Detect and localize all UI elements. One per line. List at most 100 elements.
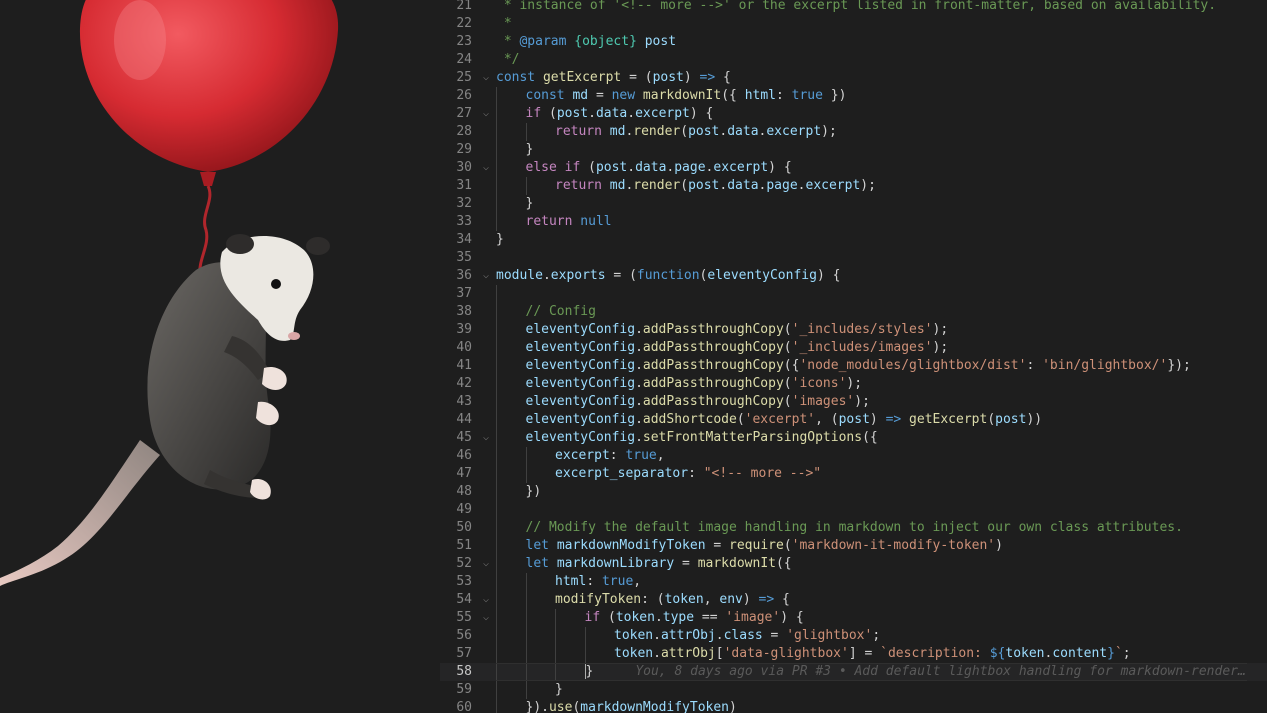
line-code: token.attrObj['data-glightbox'] = `descr… [614, 645, 1131, 663]
line-code: eleventyConfig.addShortcode('excerpt', (… [526, 411, 1043, 429]
fold-chevron-icon[interactable]: ⌵ [480, 609, 492, 627]
code-line[interactable]: 33 return null [440, 213, 1267, 231]
code-token: use [548, 700, 573, 713]
fold-chevron-icon[interactable]: ⌵ [480, 159, 492, 177]
code-line[interactable]: 57 token.attrObj['data-glightbox'] = `des… [440, 645, 1267, 663]
code-line[interactable]: 50 // Modify the default image handling i… [440, 519, 1267, 537]
code-token: token [614, 628, 654, 643]
code-line[interactable]: 54 ⌵ modifyToken: (token, env) => { [440, 591, 1267, 609]
code-token: post [652, 70, 684, 85]
opossum-eye [271, 279, 281, 289]
code-token: eleventyConfig [525, 358, 636, 373]
code-line[interactable]: 32} [440, 195, 1267, 213]
line-number: 30 [456, 160, 472, 175]
code-token: . [635, 358, 643, 373]
code-line[interactable]: 51 let markdownModifyToken = require('mar… [440, 537, 1267, 555]
code-token: md [609, 124, 626, 139]
code-line[interactable]: 45 ⌵ eleventyConfig.setFrontMatterParsingO… [440, 429, 1267, 447]
code-line[interactable]: 53 html: true, [440, 573, 1267, 591]
line-code: }) [526, 483, 542, 501]
line-number: 24 [456, 52, 472, 67]
code-line[interactable]: 26 const md = new markdownIt({ html: true… [440, 87, 1267, 105]
code-line[interactable]: 60}).use(markdownModifyToken) [440, 699, 1267, 713]
line-number: 21 [456, 0, 472, 13]
code-token: => [885, 412, 902, 427]
code-line[interactable]: 36 ⌵ module.exports = (function(eleventyCo… [440, 267, 1267, 285]
code-token: 'images' [791, 394, 855, 409]
code-line[interactable]: 35 [440, 249, 1267, 267]
code-token: require [729, 538, 784, 553]
line-number: 55 [456, 610, 472, 625]
code-line[interactable]: 28 return md.render(post.data.excerpt); [440, 123, 1267, 141]
code-line[interactable]: 58} You, 8 days ago via PR #3 • Add defau… [440, 663, 1267, 681]
code-line[interactable]: 24 */ [440, 51, 1267, 69]
code-line[interactable]: 52 ⌵ let markdownLibrary = markdownIt({ [440, 555, 1267, 573]
code-line[interactable]: 25 ⌵ const getExcerpt = (post) => { [440, 69, 1267, 87]
code-token: ; [872, 628, 881, 643]
code-line[interactable]: 39 eleventyConfig.addPassthroughCopy('_in… [440, 321, 1267, 339]
opossum-ear-left [226, 234, 254, 254]
line-number: 54 [456, 592, 472, 607]
code-line[interactable]: 40 eleventyConfig.addPassthroughCopy('_in… [440, 339, 1267, 357]
line-code: eleventyConfig.setFrontMatterParsingOpti… [526, 429, 878, 447]
code-line[interactable]: 38 // Config [440, 303, 1267, 321]
code-token: excerpt [635, 106, 690, 121]
indent-guide [496, 447, 497, 465]
code-token: let [525, 538, 549, 553]
fold-chevron-icon[interactable]: ⌵ [480, 591, 492, 609]
code-line[interactable]: 31 return md.render(post.data.page.excerp… [440, 177, 1267, 195]
code-line[interactable]: 49 [440, 501, 1267, 519]
code-line[interactable]: 37 [440, 285, 1267, 303]
indent-guide [496, 681, 497, 699]
code-token: addPassthroughCopy [642, 376, 784, 391]
code-line[interactable]: 41 eleventyConfig.addPassthroughCopy({'no… [440, 357, 1267, 375]
code-token: : ( [641, 592, 665, 607]
opossum-paw [262, 366, 287, 390]
fold-chevron-icon[interactable]: ⌵ [480, 105, 492, 123]
indent-guide [555, 663, 556, 681]
code-line[interactable]: 47 excerpt_separator: "<!-- more -->" [440, 465, 1267, 483]
line-number: 45 [456, 430, 472, 445]
code-line[interactable]: 34} [440, 231, 1267, 249]
code-token: let [525, 556, 549, 571]
code-token: eleventyConfig [707, 268, 817, 283]
code-token: data [595, 106, 628, 121]
code-line[interactable]: 56 token.attrObj.class = 'glightbox'; [440, 627, 1267, 645]
code-token: return [555, 178, 602, 193]
code-line[interactable]: 30 ⌵ else if (post.data.page.excerpt) { [440, 159, 1267, 177]
code-line[interactable]: 29} [440, 141, 1267, 159]
code-token: post [644, 34, 677, 49]
code-editor[interactable]: 21 * instance of '<!-- more -->' or the … [440, 0, 1267, 713]
code-token: eleventyConfig [525, 376, 636, 391]
line-code: * @param {object} post [496, 33, 676, 51]
indent-guide [525, 681, 527, 699]
code-token: . [588, 106, 596, 121]
line-code: module.exports = (function(eleventyConfi… [496, 267, 840, 285]
code-token: , ( [815, 412, 839, 427]
code-token: ) [742, 592, 759, 607]
code-line[interactable]: 46 excerpt: true, [440, 447, 1267, 465]
fold-chevron-icon[interactable]: ⌵ [480, 555, 492, 573]
code-token: . [653, 628, 661, 643]
code-line[interactable]: 48}) [440, 483, 1267, 501]
indent-guide [496, 627, 497, 645]
code-line[interactable]: 27 ⌵ if (post.data.excerpt) { [440, 105, 1267, 123]
code-line[interactable]: 44 eleventyConfig.addShortcode('excerpt',… [440, 411, 1267, 429]
fold-chevron-icon[interactable]: ⌵ [480, 69, 492, 87]
line-number: 25 [456, 70, 472, 85]
code-line[interactable]: 23 * @param {object} post [440, 33, 1267, 51]
code-token: ( [680, 124, 689, 139]
code-token: token [1005, 646, 1045, 661]
code-line[interactable]: 21 * instance of '<!-- more -->' or the … [440, 0, 1267, 15]
line-code: let markdownModifyToken = require('markd… [526, 537, 1003, 555]
code-line[interactable]: 55 ⌵ if (token.type == 'image') { [440, 609, 1267, 627]
code-token: ) [683, 70, 700, 85]
code-token: ); [846, 376, 863, 391]
fold-chevron-icon[interactable]: ⌵ [480, 267, 492, 285]
code-line[interactable]: 43 eleventyConfig.addPassthroughCopy('ima… [440, 393, 1267, 411]
code-line[interactable]: 42 eleventyConfig.addPassthroughCopy('ico… [440, 375, 1267, 393]
code-line[interactable]: 22 * [440, 15, 1267, 33]
code-line[interactable]: 59} [440, 681, 1267, 699]
fold-chevron-icon[interactable]: ⌵ [480, 429, 492, 447]
